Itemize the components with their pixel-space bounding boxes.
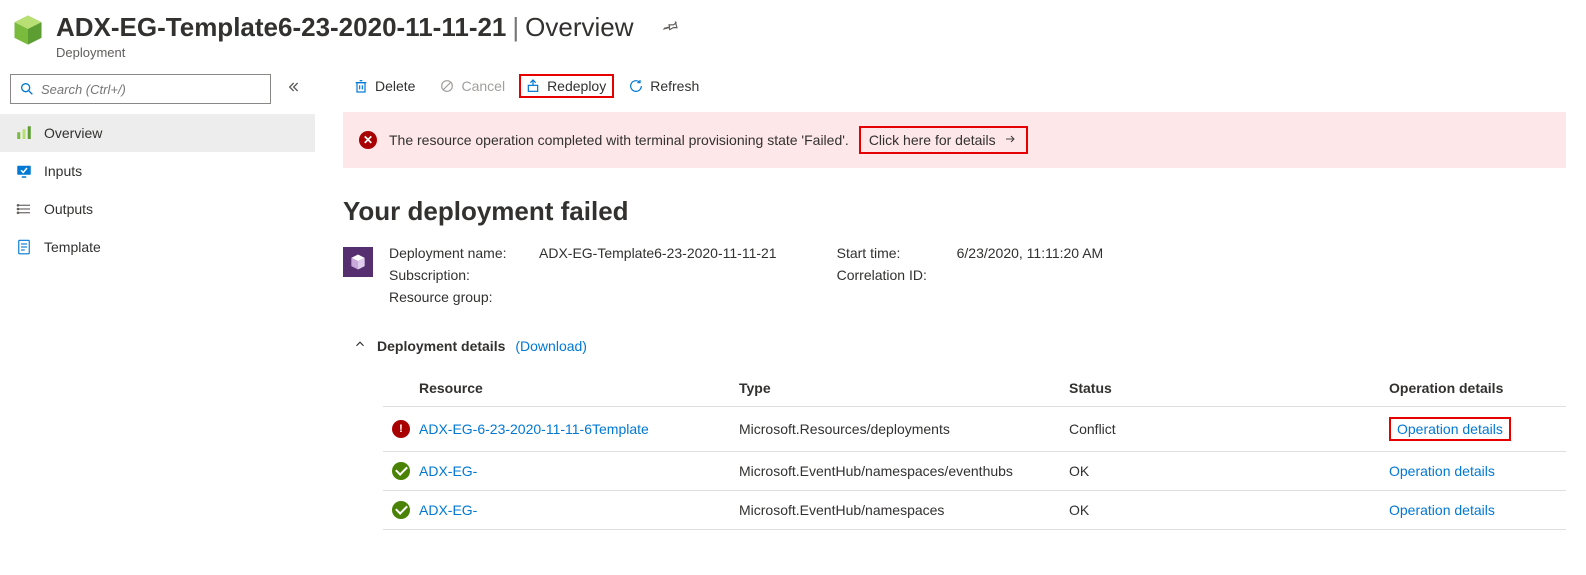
resource-group-label: Resource group: xyxy=(389,289,529,305)
search-input[interactable] xyxy=(41,82,262,97)
resource-cube-icon xyxy=(10,12,46,48)
deployment-name-value: ADX-EG-Template6-23-2020-11-11-21 xyxy=(539,245,777,261)
cancel-button: Cancel xyxy=(429,72,515,100)
resource-type: Microsoft.Resources/deployments xyxy=(739,421,1069,437)
subscription-label: Subscription: xyxy=(389,267,529,283)
resource-type: Microsoft.EventHub/namespaces/eventhubs xyxy=(739,463,1069,479)
button-label: Cancel xyxy=(461,78,505,94)
sidebar-item-overview[interactable]: Overview xyxy=(0,114,315,152)
search-input-wrapper[interactable] xyxy=(10,74,271,104)
th-type: Type xyxy=(739,380,1069,396)
alert-message: The resource operation completed with te… xyxy=(389,132,849,148)
button-label: Refresh xyxy=(650,78,699,94)
status-error-icon: ! xyxy=(392,420,410,438)
resource-link[interactable]: ADX-EG- xyxy=(419,502,477,518)
operation-details-link[interactable]: Operation details xyxy=(1397,421,1503,437)
sidebar-item-inputs[interactable]: Inputs xyxy=(0,152,315,190)
collapse-sidebar-icon[interactable] xyxy=(281,75,305,104)
th-status: Status xyxy=(1069,380,1389,396)
deployment-name-label: Deployment name: xyxy=(389,245,529,261)
search-icon xyxy=(19,81,35,97)
pin-icon[interactable] xyxy=(662,17,680,38)
delete-button[interactable]: Delete xyxy=(343,72,425,100)
status-ok-icon xyxy=(392,462,410,480)
arrow-right-icon xyxy=(1002,132,1018,148)
table-row: ! ADX-EG-6-23-2020-11-11-6Template Micro… xyxy=(383,407,1566,452)
deployment-icon xyxy=(343,247,373,277)
start-time-label: Start time: xyxy=(837,245,947,261)
button-label: Redeploy xyxy=(547,78,606,94)
sidebar-item-label: Outputs xyxy=(44,201,93,217)
delete-icon xyxy=(353,78,369,94)
operation-details-link[interactable]: Operation details xyxy=(1389,502,1495,518)
error-alert: ✕ The resource operation completed with … xyxy=(343,112,1566,168)
table-row: ADX-EG- Microsoft.EventHub/namespaces/ev… xyxy=(383,452,1566,491)
sidebar-item-label: Inputs xyxy=(44,163,82,179)
page-title: ADX-EG-Template6-23-2020-11-11-21 xyxy=(56,12,506,43)
table-row: ADX-EG- Microsoft.EventHub/namespaces OK… xyxy=(383,491,1566,530)
overview-icon xyxy=(14,123,34,143)
outputs-icon xyxy=(14,199,34,219)
sidebar-item-template[interactable]: Template xyxy=(0,228,315,266)
table-header-row: Resource Type Status Operation details xyxy=(383,370,1566,407)
redeploy-icon xyxy=(525,78,541,94)
correlation-id-label: Correlation ID: xyxy=(837,267,947,283)
sidebar-item-outputs[interactable]: Outputs xyxy=(0,190,315,228)
resource-type: Microsoft.EventHub/namespaces xyxy=(739,502,1069,518)
resource-status: OK xyxy=(1069,502,1389,518)
refresh-icon xyxy=(628,78,644,94)
title-separator: | xyxy=(512,12,519,43)
sidebar-item-label: Overview xyxy=(44,125,102,141)
sidebar-item-label: Template xyxy=(44,239,101,255)
download-link[interactable]: (Download) xyxy=(515,338,587,354)
page-subtitle: Deployment xyxy=(56,45,680,60)
resource-link[interactable]: ADX-EG- xyxy=(419,463,477,479)
redeploy-button[interactable]: Redeploy xyxy=(519,74,614,98)
operation-details-link[interactable]: Operation details xyxy=(1389,463,1495,479)
th-operation-details: Operation details xyxy=(1389,380,1549,396)
deployment-details-title: Deployment details xyxy=(377,338,505,354)
template-icon xyxy=(14,237,34,257)
deployment-status-heading: Your deployment failed xyxy=(343,196,1566,227)
chevron-up-icon[interactable] xyxy=(353,337,367,354)
resource-status: Conflict xyxy=(1069,421,1389,437)
resource-status: OK xyxy=(1069,463,1389,479)
page-section: Overview xyxy=(525,12,633,43)
button-label: Delete xyxy=(375,78,415,94)
alert-details-link[interactable]: Click here for details xyxy=(869,132,996,148)
cancel-icon xyxy=(439,78,455,94)
resource-link[interactable]: ADX-EG-6-23-2020-11-11-6Template xyxy=(419,421,649,437)
th-resource: Resource xyxy=(419,380,739,396)
status-ok-icon xyxy=(392,501,410,519)
start-time-value: 6/23/2020, 11:11:20 AM xyxy=(957,245,1104,261)
refresh-button[interactable]: Refresh xyxy=(618,72,709,100)
inputs-icon xyxy=(14,161,34,181)
error-icon: ✕ xyxy=(359,131,377,149)
